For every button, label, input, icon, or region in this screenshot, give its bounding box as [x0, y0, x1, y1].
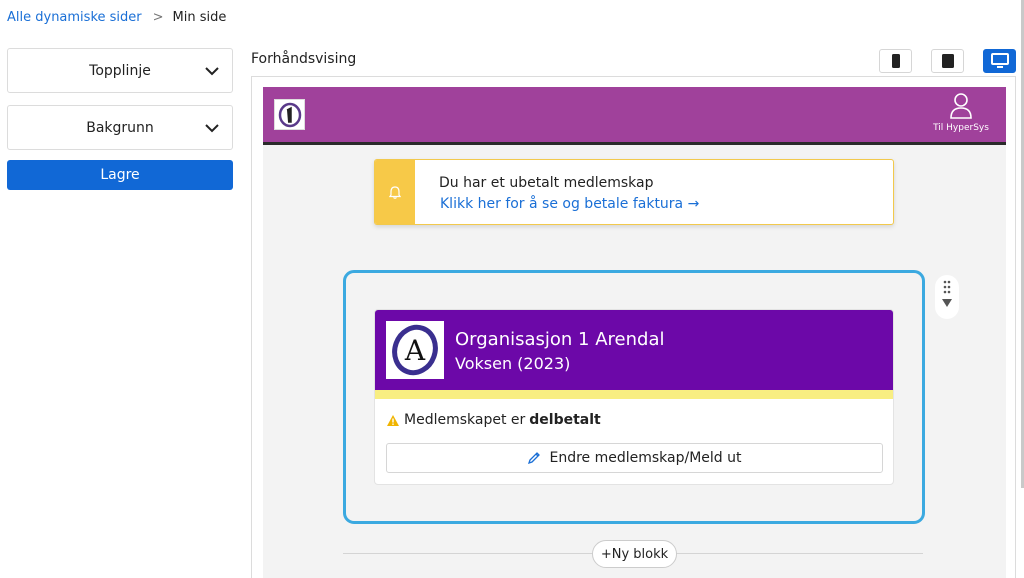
save-button[interactable]: Lagre	[7, 160, 233, 190]
breadcrumb-link-all-pages[interactable]: Alle dynamiske sider	[7, 10, 142, 25]
desktop-icon	[990, 53, 1009, 68]
mobile-icon	[891, 54, 900, 68]
hypersys-link-label: Til HyperSys	[933, 123, 989, 133]
org-logo-icon: A	[392, 324, 438, 376]
notice-title: Du har et ubetalt medlemskap	[439, 175, 654, 191]
move-down-icon[interactable]	[941, 298, 953, 308]
block-tools	[935, 275, 959, 319]
device-desktop-button[interactable]	[983, 49, 1016, 73]
preview-title: Forhåndsvising	[251, 51, 357, 67]
logo-icon	[278, 102, 301, 127]
unpaid-notice: Du har et ubetalt medlemskap Klikk her f…	[374, 159, 894, 225]
breadcrumb-current: Min side	[172, 10, 227, 25]
site-logo[interactable]	[274, 99, 305, 130]
topbar-dropdown[interactable]: Topplinje	[7, 48, 233, 93]
chevron-down-icon	[205, 67, 219, 76]
warning-icon	[387, 414, 399, 426]
device-tablet-button[interactable]	[931, 49, 964, 73]
new-block-button[interactable]: +Ny blokk	[592, 540, 677, 568]
notice-strip	[375, 160, 415, 224]
membership-status: Medlemskapet er delbetalt	[386, 412, 601, 428]
membership-card: A Organisasjon 1 Arendal Voksen (2023) M…	[374, 309, 894, 485]
membership-card-header: A Organisasjon 1 Arendal Voksen (2023)	[375, 310, 893, 390]
edit-membership-button[interactable]: Endre medlemskap/Meld ut	[386, 443, 883, 473]
background-dropdown-label: Bakgrunn	[86, 119, 154, 136]
device-mobile-button[interactable]	[879, 49, 912, 73]
tablet-icon	[941, 54, 954, 68]
drag-handle-icon[interactable]	[943, 280, 951, 294]
breadcrumb-separator: >	[152, 10, 164, 25]
preview-canvas: Til HyperSys Du har et ubetalt medlemska…	[263, 87, 1006, 578]
org-name: Organisasjon 1 Arendal	[455, 329, 665, 350]
membership-status-value: delbetalt	[529, 412, 601, 428]
background-dropdown[interactable]: Bakgrunn	[7, 105, 233, 150]
membership-status-prefix: Medlemskapet er	[404, 412, 526, 428]
chevron-down-icon	[205, 124, 219, 133]
pay-invoice-link[interactable]: Klikk her for å se og betale faktura →	[440, 196, 699, 212]
svg-text:A: A	[404, 334, 426, 367]
membership-type: Voksen (2023)	[455, 354, 571, 373]
preview-topbar: Til HyperSys	[263, 87, 1006, 145]
bell-icon	[389, 185, 401, 199]
topbar-dropdown-label: Topplinje	[89, 62, 151, 79]
status-bar	[375, 390, 893, 399]
breadcrumb: Alle dynamiske sider > Min side	[7, 10, 226, 25]
user-icon	[950, 93, 972, 119]
org-logo: A	[386, 321, 444, 379]
edit-membership-label: Endre medlemskap/Meld ut	[549, 450, 742, 466]
hypersys-link[interactable]: Til HyperSys	[928, 93, 994, 133]
pencil-icon	[528, 452, 541, 465]
